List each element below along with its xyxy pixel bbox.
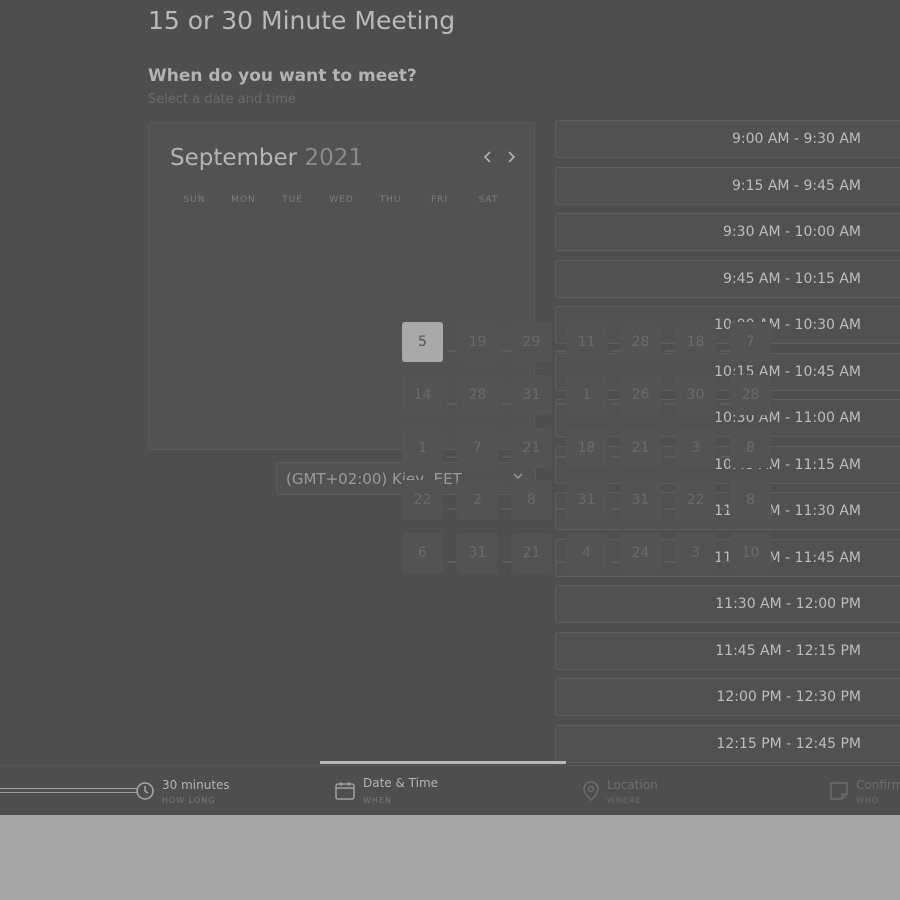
step-footer: 30 minutes HOW LONG Date & Time WHEN Loc… (0, 765, 900, 815)
time-slot[interactable]: 9:15 AM - 9:45 AM (555, 167, 900, 205)
weekday-sun: SUN (183, 195, 206, 205)
weekday-sat: SAT (478, 195, 499, 205)
time-slot[interactable]: 12:15 PM - 12:45 PM (555, 725, 900, 763)
day-cell[interactable]: 26 (620, 375, 661, 415)
confirm-label: Confirm (856, 778, 900, 792)
day-cell[interactable]: 31 (620, 480, 661, 520)
day-cell[interactable]: 8 (730, 480, 771, 520)
day-cell[interactable]: 2 (457, 480, 498, 520)
day-cell[interactable]: 8 (730, 428, 771, 468)
time-slot-label: 9:45 AM - 10:15 AM (723, 271, 861, 287)
day-cell[interactable]: 28 (620, 322, 661, 362)
day-cell[interactable]: 7 (730, 322, 771, 362)
weekday-mon: MON (231, 195, 256, 205)
location-label: Location (607, 778, 658, 792)
time-slot[interactable]: 12:00 PM - 12:30 PM (555, 678, 900, 716)
duration-sub: HOW LONG (162, 796, 216, 805)
confirm-sub: WHO (856, 796, 880, 805)
day-cell[interactable]: 28 (457, 375, 498, 415)
day-cell[interactable]: 22 (675, 480, 716, 520)
next-month-button[interactable] (502, 149, 520, 169)
prev-month-button[interactable] (479, 149, 497, 169)
duration-slider[interactable] (0, 788, 140, 793)
calendar-icon (334, 780, 356, 802)
time-slot-label: 11:45 AM - 12:15 PM (715, 643, 861, 659)
day-cell[interactable]: 4 (566, 533, 607, 573)
day-cell[interactable]: 30 (675, 375, 716, 415)
note-icon (828, 780, 850, 802)
day-cell[interactable]: 3 (675, 428, 716, 468)
day-cell[interactable]: 3 (675, 533, 716, 573)
time-slot[interactable]: 9:30 AM - 10:00 AM (555, 213, 900, 251)
day-cell[interactable]: 19 (457, 322, 498, 362)
app-window: 15 or 30 Minute Meeting When do you want… (0, 0, 900, 815)
duration-label: 30 minutes (162, 778, 230, 792)
weekday-tue: TUE (282, 195, 303, 205)
day-cell[interactable]: 29 (511, 322, 552, 362)
day-cell[interactable]: 24 (620, 533, 661, 573)
time-slot[interactable]: 9:00 AM - 9:30 AM (555, 120, 900, 158)
day-cell[interactable]: 10 (730, 533, 771, 573)
day-cell[interactable]: 21 (511, 533, 552, 573)
day-cell[interactable]: 18 (675, 322, 716, 362)
month-label: September 2021 (170, 145, 363, 171)
time-slot[interactable]: 11:30 AM - 12:00 PM (555, 585, 900, 623)
day-cell[interactable]: 14 (402, 375, 443, 415)
clock-icon (134, 780, 156, 802)
day-cell[interactable]: 21 (620, 428, 661, 468)
day-cell[interactable]: 6 (402, 533, 443, 573)
question-subtitle: Select a date and time (148, 92, 296, 107)
day-cell-selected[interactable]: 5 (402, 322, 443, 362)
time-slot-label: 9:00 AM - 9:30 AM (731, 131, 861, 147)
month-year: 2021 (304, 145, 363, 171)
question-heading: When do you want to meet? (148, 66, 417, 86)
weekday-wed: WED (329, 195, 354, 205)
chevron-right-icon (508, 151, 516, 163)
day-cell[interactable]: 11 (566, 322, 607, 362)
day-cell[interactable]: 21 (511, 428, 552, 468)
pin-icon (580, 780, 602, 802)
day-cell[interactable]: 31 (457, 533, 498, 573)
time-slot[interactable]: 11:45 AM - 12:15 PM (555, 632, 900, 670)
day-cell[interactable]: 1 (402, 428, 443, 468)
day-cell[interactable]: 31 (511, 375, 552, 415)
day-cell[interactable]: 31 (566, 480, 607, 520)
day-cell[interactable]: 22 (402, 480, 443, 520)
weekday-thu: THU (379, 195, 402, 205)
day-grid: 5 19 29 11 28 18 7 14 28 31 1 26 30 28 1 7 21 18 21 3 8 22 2 8 3… (402, 320, 772, 576)
weekday-fri: FRI (430, 195, 449, 205)
day-cell[interactable]: 18 (566, 428, 607, 468)
datetime-label: Date & Time (363, 776, 439, 790)
chevron-left-icon (483, 151, 491, 163)
location-sub: WHERE (607, 796, 642, 805)
time-slot-label: 12:00 PM - 12:30 PM (716, 689, 861, 705)
time-slot-label: 9:30 AM - 10:00 AM (723, 224, 861, 240)
month-name: September (170, 145, 298, 171)
time-slot-label: 12:15 PM - 12:45 PM (716, 736, 861, 752)
day-cell[interactable]: 8 (511, 480, 552, 520)
step-progress-indicator (320, 761, 566, 764)
page-title: 15 or 30 Minute Meeting (148, 6, 456, 35)
time-slot[interactable]: 9:45 AM - 10:15 AM (555, 260, 900, 298)
day-cell[interactable]: 7 (457, 428, 498, 468)
day-cell[interactable]: 28 (730, 375, 771, 415)
datetime-sub: WHEN (363, 796, 392, 805)
time-slot-label: 9:15 AM - 9:45 AM (731, 178, 861, 194)
day-cell[interactable]: 1 (566, 375, 607, 415)
time-slot-label: 11:30 AM - 12:00 PM (715, 596, 861, 612)
